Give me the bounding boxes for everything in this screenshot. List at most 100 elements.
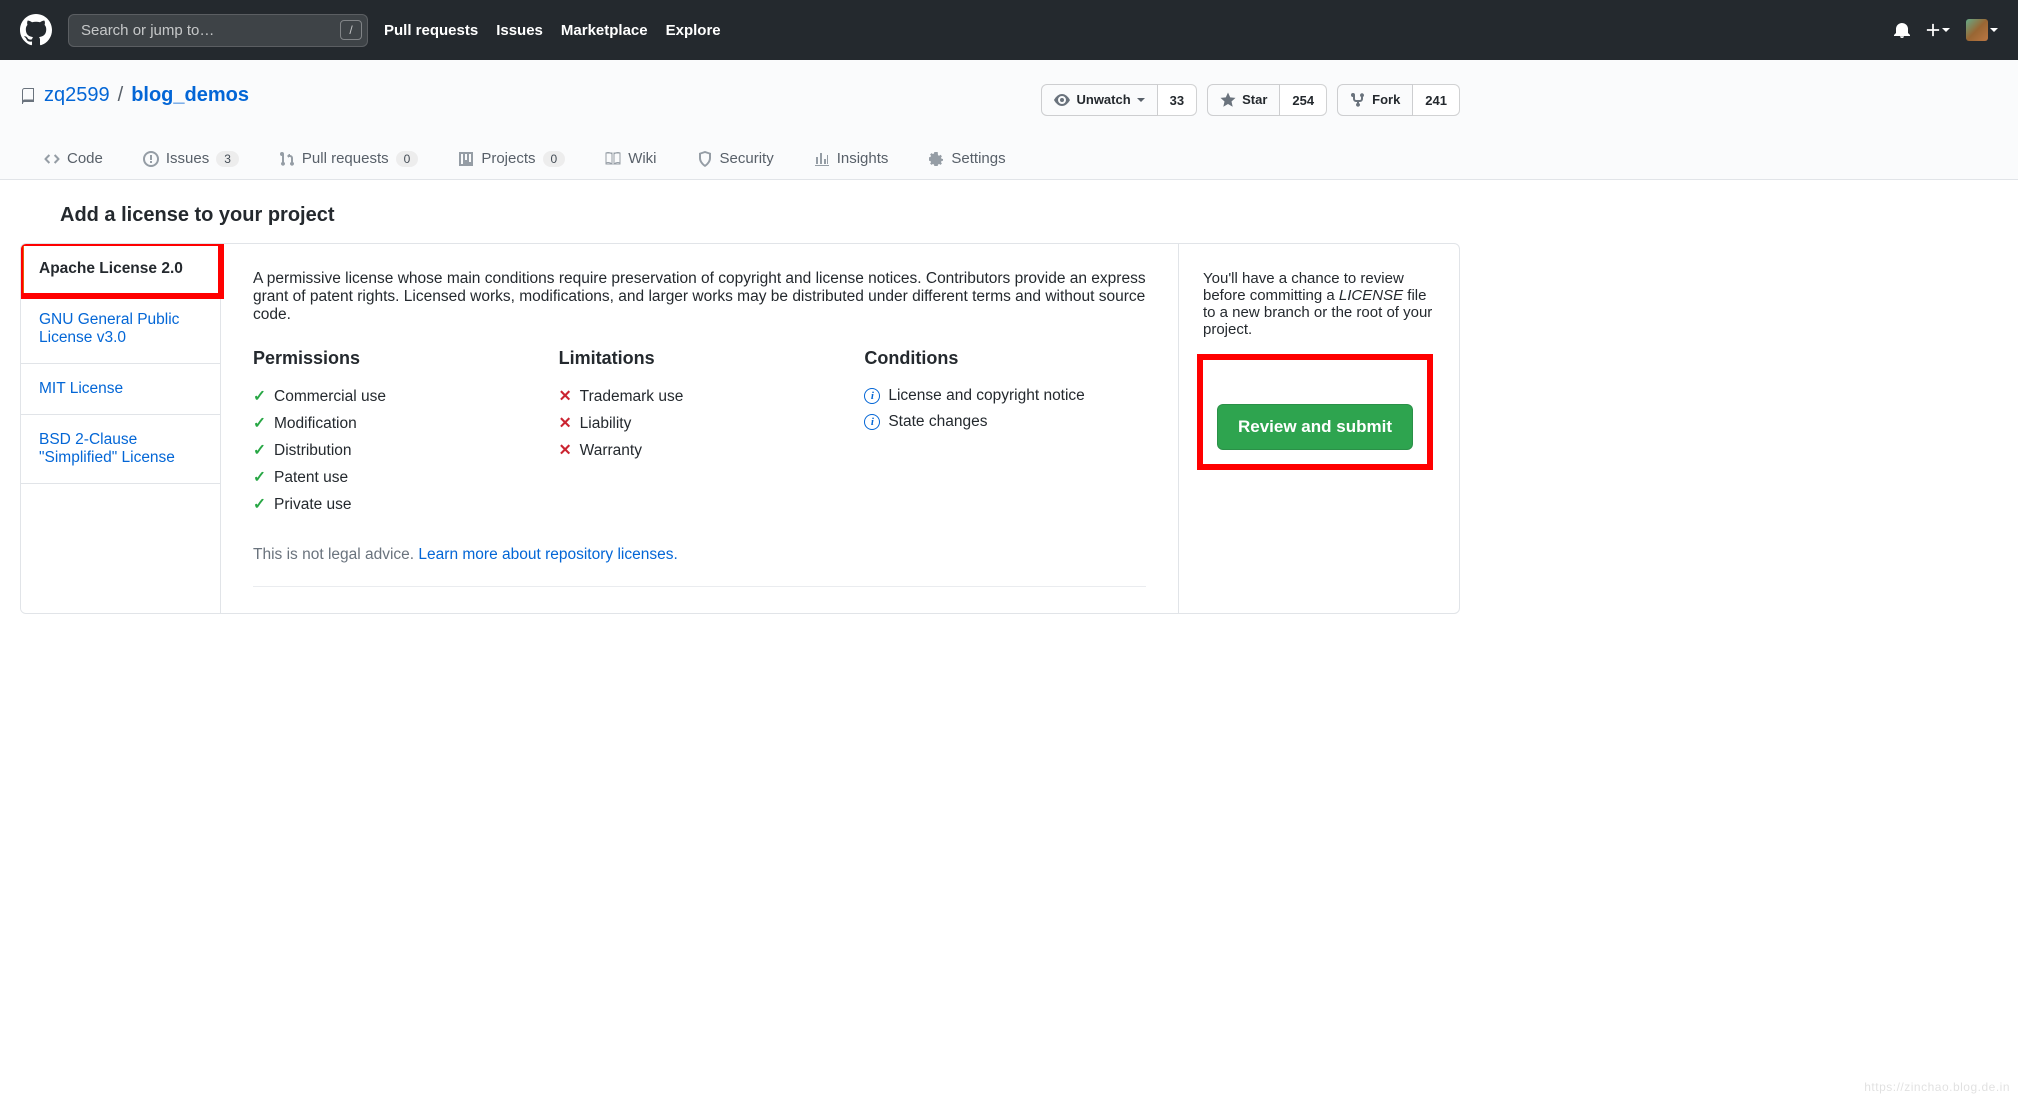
permission-label: Commercial use (274, 388, 386, 406)
unwatch-label: Unwatch (1076, 90, 1130, 110)
notifications-icon[interactable] (1894, 22, 1910, 38)
limitations-column: Limitations ✕ Trademark use ✕Liability ✕ W… (559, 348, 841, 518)
limitation-item: ✕ Warranty (559, 437, 841, 464)
license-layout: Apache License 2.0 GNU General Public Li… (20, 243, 1460, 614)
tab-wiki[interactable]: Wiki (589, 140, 672, 179)
permissions-column: Permissions ✓Commercial use ✓Modificatio… (253, 348, 535, 518)
review-panel: You'll have a chance to review before co… (1179, 244, 1459, 613)
tab-issues[interactable]: Issues 3 (127, 140, 255, 179)
limitation-label: Trademark use (580, 388, 684, 406)
license-option-bsd-2[interactable]: BSD 2-Clause "Simplified" License (21, 415, 220, 484)
license-option-gpl-3[interactable]: GNU General Public License v3.0 (21, 295, 220, 364)
x-icon: ✕ (559, 387, 572, 406)
watch-group: Unwatch 33 (1041, 84, 1197, 116)
license-details: A permissive license whose main conditio… (221, 244, 1179, 613)
check-icon: ✓ (253, 441, 266, 460)
info-icon: i (864, 388, 880, 404)
issues-count-badge: 3 (216, 151, 239, 167)
tab-code-label: Code (67, 150, 103, 167)
create-new-dropdown[interactable] (1926, 23, 1950, 37)
search-container: / (68, 14, 368, 47)
watermark: https://zinchao.blog.de.in (1864, 1080, 2010, 1094)
tab-settings[interactable]: Settings (912, 140, 1021, 179)
watch-count[interactable]: 33 (1158, 84, 1197, 116)
primary-nav: Pull requests Issues Marketplace Explore (384, 22, 721, 39)
avatar-icon (1966, 19, 1988, 41)
license-sidebar: Apache License 2.0 GNU General Public Li… (21, 244, 221, 613)
review-note: You'll have a chance to review before co… (1203, 270, 1435, 338)
condition-item: iState changes (864, 409, 1146, 435)
license-option-mit[interactable]: MIT License (21, 364, 220, 415)
limitation-label: Warranty (580, 442, 642, 460)
permission-label: Distribution (274, 442, 352, 460)
caret-down-icon (1990, 28, 1998, 32)
check-icon: ✓ (253, 495, 266, 514)
repo-head-container: zq2599 / blog_demos Unwatch 33 Star (0, 60, 2018, 180)
tab-projects-label: Projects (481, 150, 535, 167)
repo-actions: Unwatch 33 Star 254 Fork (1041, 84, 1460, 116)
limitations-heading: Limitations (559, 348, 841, 369)
header-right (1894, 19, 1998, 41)
repo-icon (20, 88, 36, 104)
submit-highlight: Review and submit (1203, 360, 1427, 464)
user-menu-dropdown[interactable] (1966, 19, 1998, 41)
unwatch-button[interactable]: Unwatch (1041, 84, 1157, 116)
check-icon: ✓ (253, 414, 266, 433)
star-button[interactable]: Star (1207, 84, 1280, 116)
license-filename: LICENSE (1339, 287, 1403, 304)
tab-settings-label: Settings (951, 150, 1005, 167)
limitation-item: ✕ Trademark use (559, 383, 841, 410)
tab-pulls-label: Pull requests (302, 150, 389, 167)
fork-group: Fork 241 (1337, 84, 1460, 116)
tab-issues-label: Issues (166, 150, 209, 167)
nav-pull-requests[interactable]: Pull requests (384, 22, 478, 39)
path-separator: / (118, 84, 124, 107)
star-label: Star (1242, 90, 1267, 110)
tab-security[interactable]: Security (681, 140, 790, 179)
check-icon: ✓ (253, 468, 266, 487)
permission-item: ✓Patent use (253, 464, 535, 491)
info-icon: i (864, 414, 880, 430)
caret-down-icon (1137, 98, 1145, 102)
nav-issues[interactable]: Issues (496, 22, 543, 39)
repo-tabs: Code Issues 3 Pull requests 0 Projects 0… (20, 140, 1460, 179)
pull-request-icon (279, 151, 295, 167)
fork-button[interactable]: Fork (1337, 84, 1413, 116)
tab-code[interactable]: Code (28, 140, 119, 179)
conditions-heading: Conditions (864, 348, 1146, 369)
tab-pull-requests[interactable]: Pull requests 0 (263, 140, 434, 179)
nav-explore[interactable]: Explore (666, 22, 721, 39)
tab-projects[interactable]: Projects 0 (442, 140, 581, 179)
code-icon (44, 151, 60, 167)
slash-hint-icon: / (340, 20, 362, 40)
x-icon: ✕ (559, 441, 572, 460)
github-logo-icon[interactable] (20, 14, 52, 46)
gear-icon (928, 151, 944, 167)
nav-marketplace[interactable]: Marketplace (561, 22, 648, 39)
eye-icon (1054, 92, 1070, 108)
fork-icon (1350, 92, 1366, 108)
review-and-submit-button[interactable]: Review and submit (1217, 404, 1413, 450)
permission-item: ✓ Modification (253, 410, 535, 437)
fork-count[interactable]: 241 (1413, 84, 1460, 116)
permission-label: Private use (274, 496, 352, 514)
tab-insights-label: Insights (837, 150, 889, 167)
x-icon: ✕ (559, 414, 572, 433)
search-input[interactable] (68, 14, 368, 47)
permission-label: Modification (274, 415, 357, 433)
permission-item: ✓ Distribution (253, 437, 535, 464)
global-header: / Pull requests Issues Marketplace Explo… (0, 0, 2018, 60)
repo-link[interactable]: blog_demos (131, 84, 249, 107)
condition-label: License and copyright notice (888, 387, 1084, 405)
projects-count-badge: 0 (543, 151, 566, 167)
learn-more-link[interactable]: Learn more about repository licenses. (418, 546, 677, 563)
star-count[interactable]: 254 (1280, 84, 1327, 116)
limitation-item: ✕Liability (559, 410, 841, 437)
owner-link[interactable]: zq2599 (44, 84, 110, 107)
pulls-count-badge: 0 (396, 151, 419, 167)
star-icon (1220, 92, 1236, 108)
license-columns: Permissions ✓Commercial use ✓Modificatio… (253, 348, 1146, 518)
license-option-apache-2[interactable]: Apache License 2.0 (21, 244, 220, 295)
legal-notice: This is not legal advice. Learn more abo… (253, 546, 1146, 587)
tab-insights[interactable]: Insights (798, 140, 905, 179)
